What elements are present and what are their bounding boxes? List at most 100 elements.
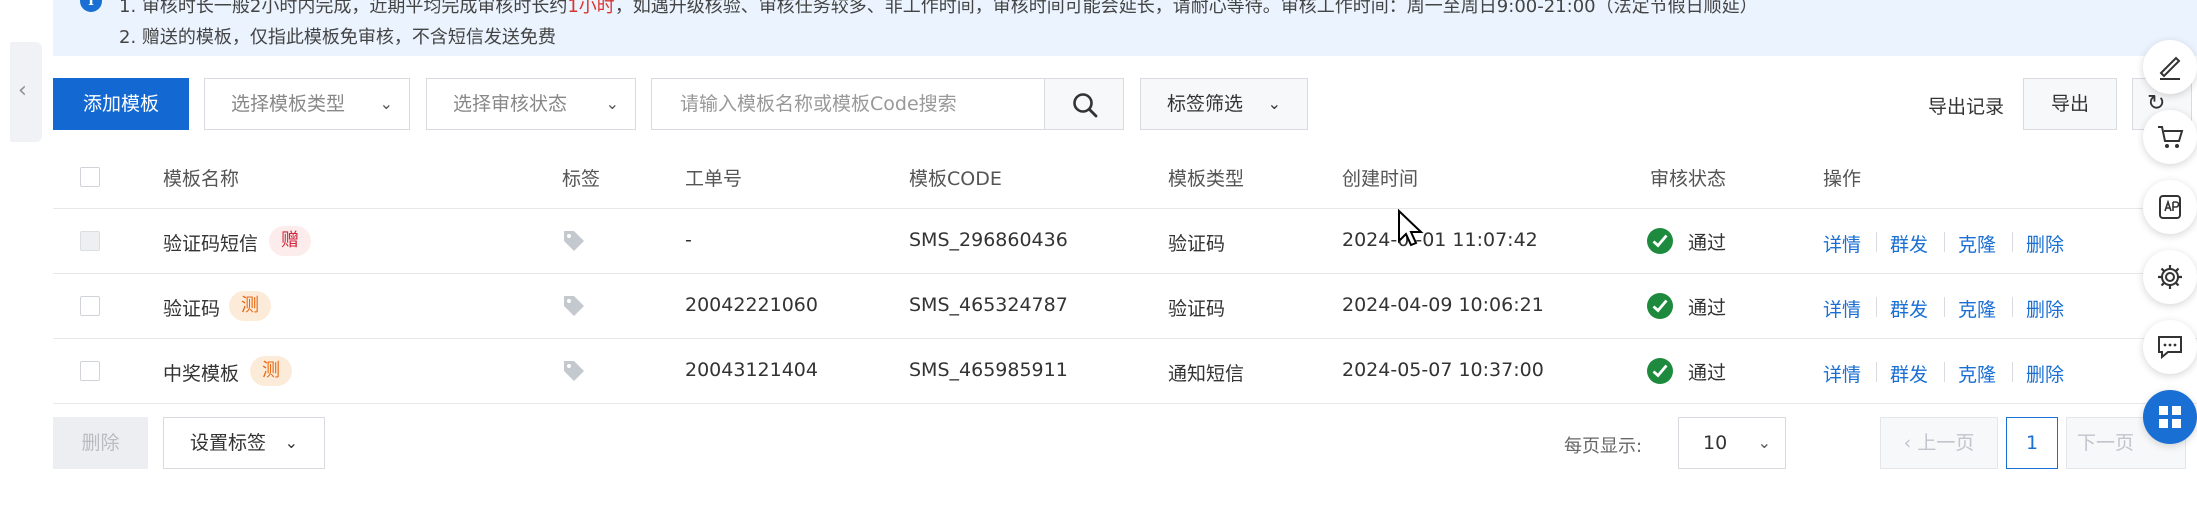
review-status: 通过 — [1688, 232, 1727, 254]
col-header-type: 模板类型 — [1168, 168, 1245, 190]
divider — [53, 273, 2197, 274]
tag-icon[interactable] — [562, 294, 586, 318]
row-checkbox — [80, 231, 100, 251]
edit-icon — [2159, 56, 2181, 80]
ticket-number: 20043121404 — [685, 359, 818, 381]
review-status-placeholder: 选择审核状态 — [453, 93, 568, 115]
separator — [1944, 297, 1945, 317]
template-name: 验证码 — [163, 298, 221, 320]
chevron-down-icon: ⌄ — [605, 94, 619, 113]
col-header-created: 创建时间 — [1342, 168, 1419, 190]
export-button[interactable]: 导出 — [2023, 78, 2117, 130]
search-input[interactable]: 请输入模板名称或模板Code搜索 — [651, 78, 1045, 130]
edit-button[interactable] — [2143, 40, 2197, 94]
divider — [53, 338, 2197, 339]
divider — [53, 403, 2197, 404]
detail-link[interactable]: 详情 — [1823, 230, 1861, 257]
grid-icon — [2159, 406, 2181, 428]
divider — [53, 208, 2197, 209]
app-icon — [2159, 195, 2181, 219]
clone-link[interactable]: 克隆 — [1958, 295, 1996, 322]
mass-send-link[interactable]: 群发 — [1890, 230, 1928, 257]
row-checkbox[interactable] — [80, 296, 100, 316]
gift-badge: 赠 — [269, 226, 311, 256]
mass-send-link[interactable]: 群发 — [1890, 295, 1928, 322]
template-type: 验证码 — [1168, 298, 1226, 320]
row-checkbox[interactable] — [80, 361, 100, 381]
review-status: 通过 — [1688, 297, 1727, 319]
separator — [2012, 362, 2013, 382]
set-tag-button[interactable]: 设置标签 ⌄ — [163, 417, 325, 469]
delete-link[interactable]: 删除 — [2026, 295, 2064, 322]
template-name: 验证码短信 — [163, 233, 259, 255]
chevron-down-icon: ⌄ — [1267, 94, 1281, 113]
search-button[interactable] — [1044, 78, 1124, 130]
separator — [2012, 297, 2013, 317]
review-status-select[interactable]: 选择审核状态 ⌄ — [426, 78, 636, 130]
prev-page-label: 上一页 — [1917, 432, 1975, 454]
template-name: 中奖模板 — [163, 363, 240, 385]
select-all-checkbox[interactable] — [80, 167, 100, 187]
delete-link[interactable]: 删除 — [2026, 360, 2064, 387]
separator — [1944, 362, 1945, 382]
col-header-ticket: 工单号 — [685, 168, 743, 190]
add-template-button[interactable]: 添加模板 — [53, 78, 189, 130]
per-page-select[interactable]: 10 ⌄ — [1678, 417, 1786, 469]
mass-send-link[interactable]: 群发 — [1890, 360, 1928, 387]
export-log-link[interactable]: 导出记录 — [1928, 92, 2004, 119]
check-circle-icon — [1647, 358, 1673, 384]
settings-button[interactable] — [2143, 250, 2197, 304]
clone-link[interactable]: 克隆 — [1958, 360, 1996, 387]
floating-toolbar — [2143, 40, 2197, 520]
page-number-current[interactable]: 1 — [2006, 417, 2058, 469]
clone-link[interactable]: 克隆 — [1958, 230, 1996, 257]
tag-icon[interactable] — [562, 229, 586, 253]
col-header-name: 模板名称 — [163, 168, 240, 190]
mouse-cursor-icon — [1398, 209, 1424, 247]
bulk-delete-button[interactable]: 删除 — [53, 417, 148, 469]
review-status: 通过 — [1688, 362, 1727, 384]
prev-page-button[interactable]: ‹ 上一页 — [1880, 417, 1998, 469]
test-badge: 测 — [229, 291, 271, 321]
check-circle-icon — [1647, 228, 1673, 254]
cart-button[interactable] — [2143, 110, 2197, 164]
separator — [1876, 232, 1877, 252]
col-header-actions: 操作 — [1823, 168, 1862, 190]
set-tag-label: 设置标签 — [190, 432, 267, 454]
template-type: 验证码 — [1168, 233, 1226, 255]
col-header-tag: 标签 — [562, 168, 601, 190]
chevron-left-icon: ‹ — [18, 78, 27, 103]
chevron-left-icon: ‹ — [1903, 432, 1918, 454]
tag-filter-label: 标签筛选 — [1167, 93, 1244, 115]
separator — [1944, 232, 1945, 252]
ticket-number: 20042221060 — [685, 294, 818, 316]
ticket-number: - — [685, 229, 692, 251]
separator — [2012, 232, 2013, 252]
separator — [1876, 297, 1877, 317]
apps-grid-button[interactable] — [2143, 390, 2197, 444]
col-header-status: 审核状态 — [1650, 168, 1727, 190]
tag-filter-button[interactable]: 标签筛选 ⌄ — [1140, 78, 1308, 130]
template-type-placeholder: 选择模板类型 — [231, 93, 346, 115]
col-header-code: 模板CODE — [909, 168, 1002, 190]
check-circle-icon — [1647, 293, 1673, 319]
detail-link[interactable]: 详情 — [1823, 295, 1861, 322]
template-type-select[interactable]: 选择模板类型 ⌄ — [204, 78, 410, 130]
detail-link[interactable]: 详情 — [1823, 360, 1861, 387]
tag-icon[interactable] — [562, 359, 586, 383]
notice-line-2: 2. 赠送的模板，仅指此模板免审核，不含短信发送免费 — [119, 27, 556, 48]
cart-icon — [2158, 126, 2184, 148]
app-button[interactable] — [2143, 180, 2197, 234]
created-time: 2024-04-09 10:06:21 — [1342, 294, 1544, 316]
delete-link[interactable]: 删除 — [2026, 230, 2064, 257]
message-button[interactable] — [2143, 320, 2197, 374]
collapse-sidebar-tab[interactable]: ‹ — [10, 42, 42, 142]
created-time: 2024-05-07 10:37:00 — [1342, 359, 1544, 381]
template-code: SMS_465985911 — [909, 359, 1068, 381]
message-icon — [2158, 336, 2182, 360]
search-icon — [1073, 93, 1098, 118]
separator — [1876, 362, 1877, 382]
per-page-value: 10 — [1703, 432, 1728, 454]
created-time: 2024-0 -01 11:07:42 — [1342, 229, 1538, 251]
notice-line-1: 1. 审核时长一般2小时内完成，近期平均完成审核时长约1小时，如遇升级核验、审核… — [119, 0, 1758, 17]
